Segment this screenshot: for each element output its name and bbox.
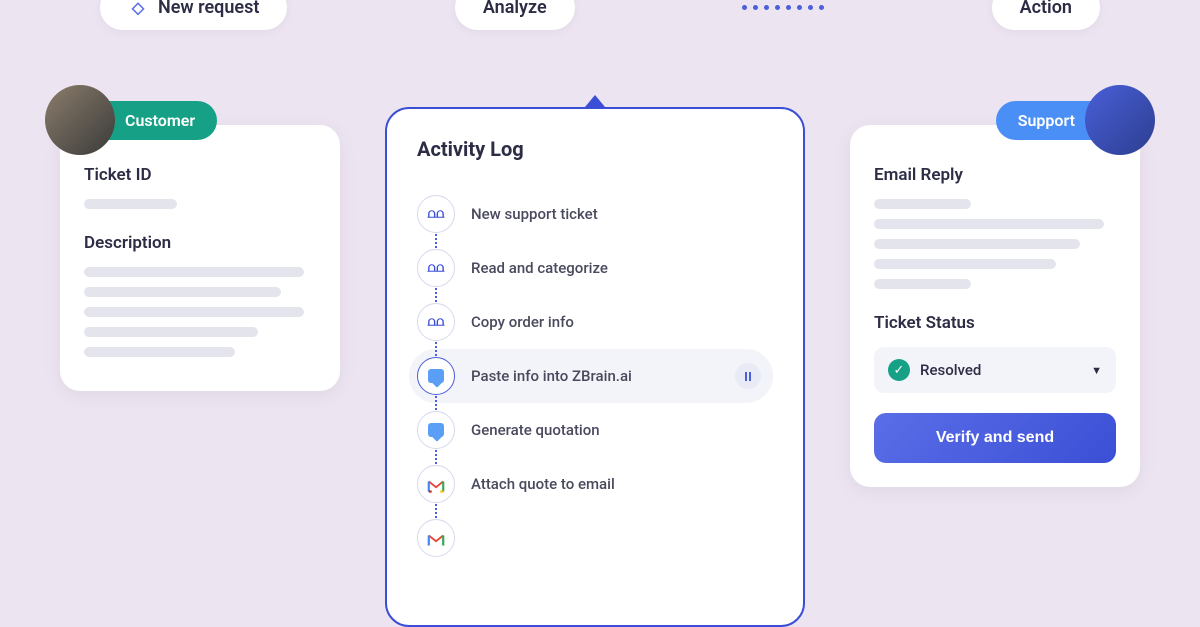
status-label: Ticket Status bbox=[874, 313, 1116, 333]
log-item: Attach quote to email bbox=[417, 457, 773, 511]
customer-card: Ticket ID Description bbox=[60, 125, 340, 391]
reply-placeholder bbox=[874, 259, 1056, 269]
log-item: ⩍⩍ Read and categorize bbox=[417, 241, 773, 295]
description-placeholder bbox=[84, 327, 258, 337]
step-label: New request bbox=[158, 0, 259, 18]
log-text: Read and categorize bbox=[471, 259, 773, 277]
customer-avatar bbox=[45, 85, 115, 155]
activity-log-panel: Activity Log ⩍⩍ New support ticket ⩍⩍ Re… bbox=[385, 95, 805, 627]
step-action: Action bbox=[992, 0, 1100, 30]
activity-card: Activity Log ⩍⩍ New support ticket ⩍⩍ Re… bbox=[385, 107, 805, 627]
log-text: Attach quote to email bbox=[471, 475, 773, 493]
gmail-icon bbox=[417, 519, 455, 557]
workflow-steps: ◇ New request Analyze Action bbox=[0, 0, 1200, 30]
support-card: Email Reply Ticket Status ✓ Resolved ▼ V… bbox=[850, 125, 1140, 487]
ticket-id-placeholder bbox=[84, 199, 177, 209]
log-item: ⩍⩍ Copy order info bbox=[417, 295, 773, 349]
customer-avatar-badge: Customer bbox=[45, 85, 217, 155]
triangle-pointer bbox=[585, 95, 605, 107]
zendesk-icon: ⩍⩍ bbox=[417, 303, 455, 341]
pause-button[interactable] bbox=[735, 363, 761, 389]
check-icon: ✓ bbox=[888, 359, 910, 381]
log-item-active: Paste info into ZBrain.ai bbox=[409, 349, 773, 403]
reply-placeholder bbox=[874, 279, 971, 289]
log-item: ⩍⩍ New support ticket bbox=[417, 187, 773, 241]
support-avatar-badge: Support bbox=[996, 85, 1155, 155]
pin-icon: ◇ bbox=[128, 0, 148, 18]
support-avatar bbox=[1085, 85, 1155, 155]
zendesk-icon: ⩍⩍ bbox=[417, 195, 455, 233]
gmail-icon bbox=[417, 465, 455, 503]
activity-title: Activity Log bbox=[417, 137, 773, 161]
reply-placeholder bbox=[874, 199, 971, 209]
step-analyze: Analyze bbox=[455, 0, 575, 30]
description-placeholder bbox=[84, 267, 304, 277]
reply-placeholder bbox=[874, 219, 1104, 229]
chat-icon bbox=[417, 357, 455, 395]
description-placeholder bbox=[84, 287, 281, 297]
description-placeholder bbox=[84, 307, 304, 317]
status-value: Resolved bbox=[920, 361, 1081, 379]
verify-send-button[interactable]: Verify and send bbox=[874, 413, 1116, 463]
ticket-id-label: Ticket ID bbox=[84, 165, 316, 185]
step-new-request: ◇ New request bbox=[100, 0, 287, 30]
log-item bbox=[417, 511, 773, 565]
customer-panel: Customer Ticket ID Description bbox=[60, 125, 340, 391]
chat-icon bbox=[417, 411, 455, 449]
log-item: Generate quotation bbox=[417, 403, 773, 457]
email-reply-label: Email Reply bbox=[874, 165, 1116, 185]
log-text: Paste info into ZBrain.ai bbox=[471, 367, 719, 385]
status-dropdown[interactable]: ✓ Resolved ▼ bbox=[874, 347, 1116, 393]
description-label: Description bbox=[84, 233, 316, 253]
log-text: Copy order info bbox=[471, 313, 773, 331]
connector-dots bbox=[742, 5, 824, 10]
description-placeholder bbox=[84, 347, 235, 357]
log-text: Generate quotation bbox=[471, 421, 773, 439]
support-panel: Support Email Reply Ticket Status ✓ Reso… bbox=[850, 125, 1140, 487]
reply-placeholder bbox=[874, 239, 1080, 249]
zendesk-icon: ⩍⩍ bbox=[417, 249, 455, 287]
chevron-down-icon: ▼ bbox=[1091, 364, 1102, 377]
step-label: Analyze bbox=[483, 0, 547, 18]
log-text: New support ticket bbox=[471, 205, 773, 223]
step-label: Action bbox=[1020, 0, 1072, 18]
